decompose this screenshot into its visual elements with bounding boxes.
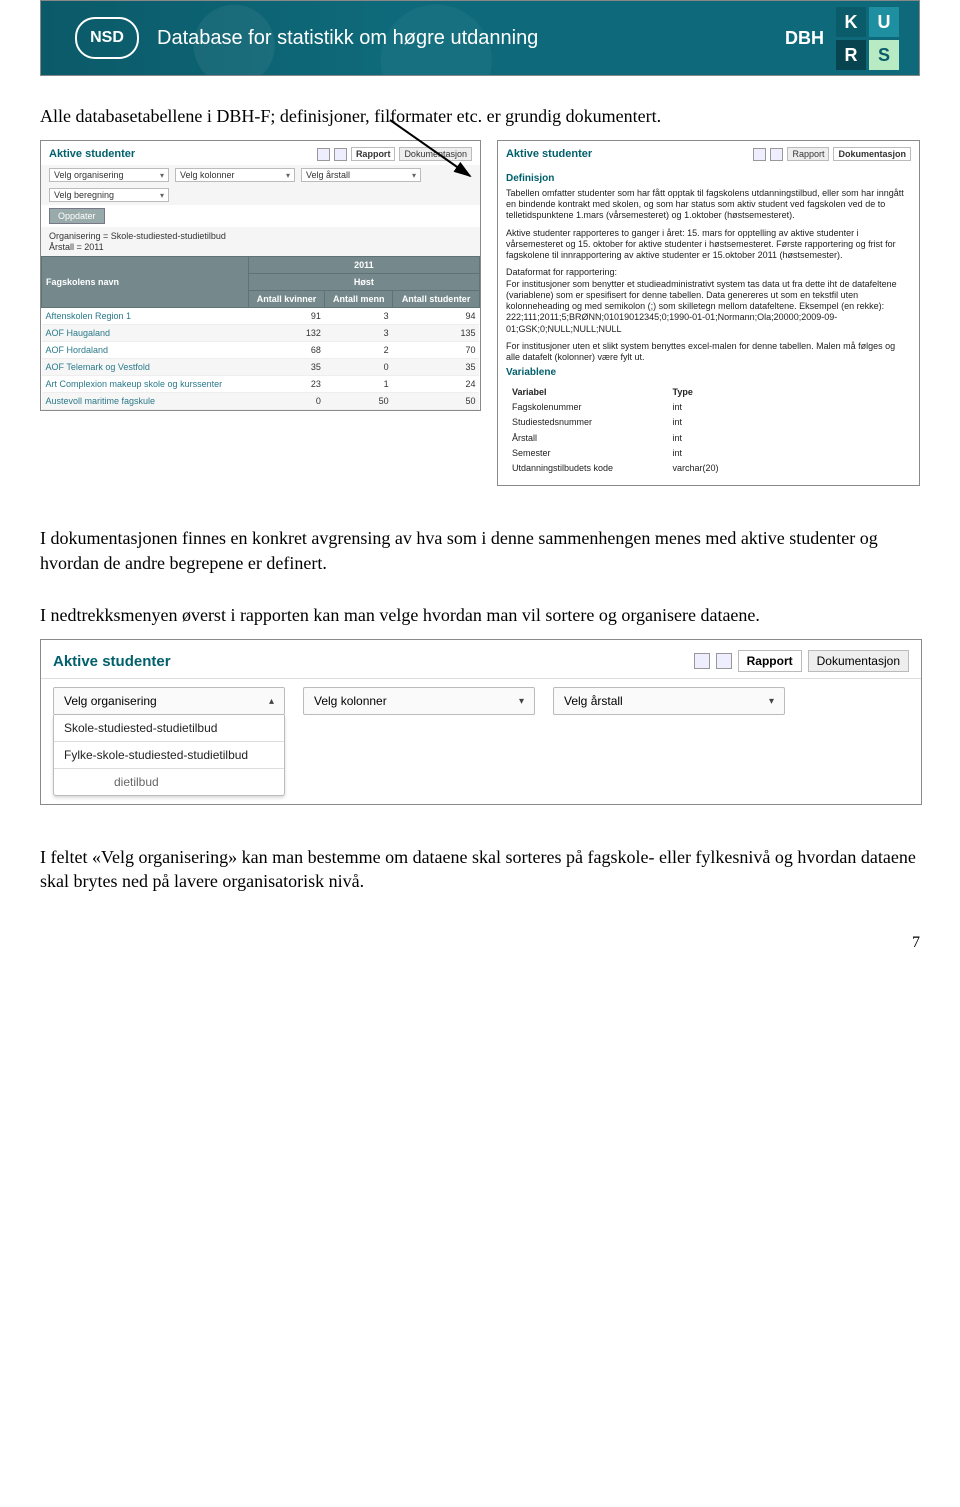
help-icon[interactable] bbox=[770, 148, 783, 161]
tile-s: S bbox=[869, 40, 899, 70]
dok-title: Aktive studenter bbox=[506, 148, 592, 160]
dokumentasjon-screenshot: Aktive studenter Rapport Dokumentasjon D… bbox=[497, 140, 920, 486]
organisering-options-panel: Skole-studiested-studietilbud Fylke-skol… bbox=[53, 715, 285, 796]
th-variabel: Variabel bbox=[508, 386, 667, 399]
table-row: Austevoll maritime fagskule05050 bbox=[42, 393, 480, 410]
banner-title: Database for statistikk om høgre utdanni… bbox=[157, 27, 538, 50]
kurs-tiles: K U R S bbox=[836, 7, 899, 70]
dbh-label: DBH bbox=[785, 28, 824, 49]
th-type: Type bbox=[668, 386, 747, 399]
applied-organisering: Organisering = Skole-studiested-studieti… bbox=[49, 231, 472, 241]
rapport-screenshot: Aktive studenter Rapport Dokumentasjon V… bbox=[40, 140, 481, 411]
table-row: AOF Haugaland1323135 bbox=[42, 325, 480, 342]
th-name: Fagskolens navn bbox=[42, 257, 249, 308]
dd-kolonner[interactable]: Velg kolonner▾ bbox=[175, 168, 295, 182]
tab-dokumentasjon[interactable]: Dokumentasjon bbox=[833, 147, 911, 161]
tab-rapport[interactable]: Rapport bbox=[351, 147, 396, 161]
dd-arstall[interactable]: Velg årstall▾ bbox=[553, 687, 785, 715]
applied-filters: Organisering = Skole-studiested-studieti… bbox=[41, 227, 480, 256]
table-row: AOF Hordaland68270 bbox=[42, 342, 480, 359]
definisjon-heading: Definisjon bbox=[506, 173, 911, 186]
var-row: Fagskolenummerint bbox=[508, 401, 747, 414]
export-icon[interactable] bbox=[317, 148, 330, 161]
dd-organisering[interactable]: Velg organisering▾ bbox=[49, 168, 169, 182]
link-row[interactable]: Austevoll maritime fagskule bbox=[46, 396, 156, 406]
dataformat-label: Dataformat for rapportering: bbox=[506, 267, 617, 277]
table-row: AOF Telemark og Vestfold35035 bbox=[42, 359, 480, 376]
th-year: 2011 bbox=[248, 257, 479, 274]
chevron-down-icon: ▾ bbox=[286, 171, 290, 180]
help-icon[interactable] bbox=[716, 653, 732, 669]
tile-r: R bbox=[836, 40, 866, 70]
table-row: Aftenskolen Region 191394 bbox=[42, 308, 480, 325]
link-row[interactable]: AOF Haugaland bbox=[46, 328, 111, 338]
page-banner: NSD Database for statistikk om høgre utd… bbox=[40, 0, 920, 76]
paragraph-2: I dokumentasjonen finnes en konkret avgr… bbox=[40, 526, 920, 575]
chevron-down-icon: ▾ bbox=[160, 171, 164, 180]
export-icon[interactable] bbox=[753, 148, 766, 161]
full-title: Aktive studenter bbox=[53, 653, 171, 670]
chevron-down-icon: ▾ bbox=[519, 696, 524, 707]
var-row: Studiestedsnummerint bbox=[508, 416, 747, 429]
paragraph-3: I nedtrekksmenyen øverst i rapporten kan… bbox=[40, 603, 920, 627]
definisjon-p1: Tabellen omfatter studenter som har fått… bbox=[506, 188, 911, 222]
dropdown-screenshot: Aktive studenter Rapport Dokumentasjon V… bbox=[40, 639, 922, 805]
paragraph-4: I feltet «Velg organisering» kan man bes… bbox=[40, 845, 920, 894]
th-stud: Antall studenter bbox=[393, 291, 480, 308]
definisjon-p2: Aktive studenter rapporteres to ganger i… bbox=[506, 228, 911, 262]
dd-arstall[interactable]: Velg årstall▾ bbox=[301, 168, 421, 182]
tile-k: K bbox=[836, 7, 866, 37]
banner-right-block: DBH K U R S bbox=[785, 7, 899, 70]
dd-kolonner[interactable]: Velg kolonner▾ bbox=[303, 687, 535, 715]
link-row[interactable]: Aftenskolen Region 1 bbox=[46, 311, 132, 321]
nsd-logo: NSD bbox=[75, 17, 139, 59]
table-row: Art Complexion makeup skole og kurssente… bbox=[42, 376, 480, 393]
variablene-heading: Variablene bbox=[506, 367, 911, 380]
option-skole[interactable]: Skole-studiested-studietilbud bbox=[54, 715, 284, 741]
dd-organisering-open[interactable]: Velg organisering▴ Skole-studiested-stud… bbox=[53, 687, 285, 796]
paragraph-1: Alle databasetabellene i DBH-F; definisj… bbox=[40, 104, 920, 128]
results-table: Fagskolens navn 2011 Høst Antall kvinner… bbox=[41, 256, 480, 410]
link-row[interactable]: Art Complexion makeup skole og kurssente… bbox=[46, 379, 223, 389]
applied-arstall: Årstall = 2011 bbox=[49, 242, 472, 252]
tab-dokumentasjon[interactable]: Dokumentasjon bbox=[399, 147, 472, 161]
var-row: Utdanningstilbudets kodevarchar(20) bbox=[508, 462, 747, 475]
export-icon[interactable] bbox=[694, 653, 710, 669]
rapport-title: Aktive studenter bbox=[49, 148, 135, 160]
option-partial[interactable]: dietilbud bbox=[54, 768, 284, 795]
th-kvinner: Antall kvinner bbox=[248, 291, 325, 308]
link-row[interactable]: AOF Hordaland bbox=[46, 345, 109, 355]
definisjon-p4: For institusjoner uten et slikt system b… bbox=[506, 341, 911, 364]
chevron-up-icon: ▴ bbox=[269, 696, 274, 707]
tile-u: U bbox=[869, 7, 899, 37]
tab-rapport[interactable]: Rapport bbox=[738, 650, 802, 672]
tab-rapport[interactable]: Rapport bbox=[787, 147, 829, 161]
link-row[interactable]: AOF Telemark og Vestfold bbox=[46, 362, 150, 372]
tab-dokumentasjon[interactable]: Dokumentasjon bbox=[808, 650, 909, 672]
help-icon[interactable] bbox=[334, 148, 347, 161]
chevron-down-icon: ▾ bbox=[769, 696, 774, 707]
dd-beregning[interactable]: Velg beregning▾ bbox=[49, 188, 169, 202]
var-row: Årstallint bbox=[508, 432, 747, 445]
th-sem: Høst bbox=[248, 274, 479, 291]
oppdater-button[interactable]: Oppdater bbox=[49, 208, 105, 224]
page-number: 7 bbox=[40, 934, 920, 952]
variables-table: VariabelType Fagskolenummerint Studieste… bbox=[506, 384, 749, 478]
option-fylke[interactable]: Fylke-skole-studiested-studietilbud bbox=[54, 741, 284, 768]
th-menn: Antall menn bbox=[325, 291, 393, 308]
var-row: Semesterint bbox=[508, 447, 747, 460]
chevron-down-icon: ▾ bbox=[160, 191, 164, 200]
dataformat-text: For institusjoner som benytter et studie… bbox=[506, 279, 897, 334]
chevron-down-icon: ▾ bbox=[412, 171, 416, 180]
